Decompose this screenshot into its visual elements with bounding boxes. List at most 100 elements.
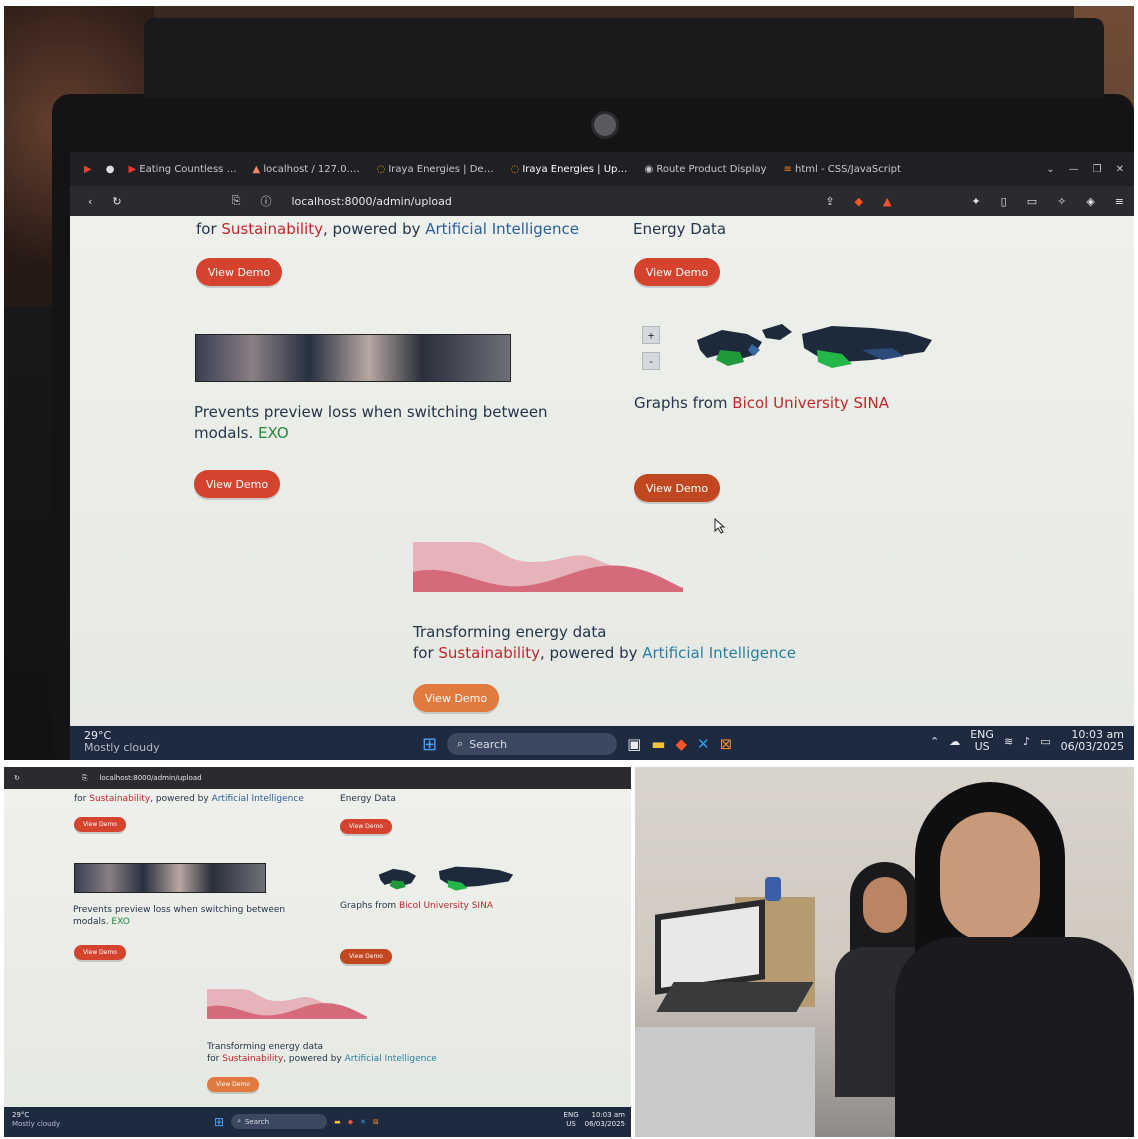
card1-text: for Sustainability, powered by Artificia… (196, 220, 579, 238)
preview-image (195, 334, 511, 382)
search-icon: ⌕ (457, 737, 464, 750)
map-zoom-out-button[interactable]: - (642, 352, 660, 370)
blue-object (765, 877, 781, 901)
card5-view-demo-button[interactable]: View Demo (413, 684, 499, 712)
world-map-small (378, 866, 514, 891)
card2-text: Energy Data (633, 220, 727, 238)
brave-rewards-icon[interactable]: ▲ (883, 195, 891, 208)
stackoverflow-icon: ≡ (783, 163, 795, 175)
file-explorer-icon[interactable]: ▬ (334, 1118, 341, 1126)
site-info-icon[interactable]: ⓘ (260, 193, 271, 209)
xampp-icon[interactable]: ⊠ (373, 1118, 379, 1126)
windows-start-icon[interactable]: ⊞ (214, 1115, 224, 1129)
bottom-right-photo (635, 767, 1134, 1137)
mouse-cursor-icon (714, 518, 726, 534)
vpn-icon[interactable]: ◈ (1086, 195, 1094, 208)
close-tab-icon[interactable]: ✕ (627, 164, 631, 175)
share-icon[interactable]: ⇪ (825, 195, 834, 208)
tab-stackoverflow[interactable]: ≡ html - CSS/JavaScript (783, 164, 908, 175)
brave-browser-icon[interactable]: ◆ (675, 735, 687, 753)
card1-view-demo-button-small[interactable]: View Demo (74, 817, 126, 832)
reload-icon[interactable]: ↻ (112, 195, 121, 208)
browser-tabbar: ▶ ● ▶ Eating Countless Con ▲ localhost /… (70, 152, 1134, 186)
top-photo: ▶ ● ▶ Eating Countless Con ▲ localhost /… (4, 6, 1134, 760)
card5-text-small: Transforming energy data for Sustainabil… (207, 1042, 437, 1064)
leo-icon[interactable]: ✧ (1057, 195, 1066, 208)
system-tray: ⌃ ☁ ENG US ≋ ♪ ▭ 10:03 am 06/03/2025 (930, 729, 1124, 753)
back-icon[interactable]: ‹ (88, 195, 92, 208)
url-field[interactable]: localhost:8000/admin/upload (291, 195, 451, 208)
vscode-icon[interactable]: ✕ (360, 1118, 366, 1126)
clock-small[interactable]: 10:03 am 06/03/2025 (585, 1111, 625, 1129)
card3-view-demo-button[interactable]: View Demo (194, 470, 280, 498)
photo-laptop-keyboard (656, 982, 814, 1012)
sidebar-icon[interactable]: ▯ (1001, 195, 1007, 208)
system-tray-small: ENG US 10:03 am 06/03/2025 (564, 1111, 625, 1129)
clock[interactable]: 10:03 am 06/03/2025 (1061, 729, 1124, 753)
reload-icon[interactable]: ↻ (14, 774, 20, 782)
menu-icon[interactable]: ≡ (1115, 195, 1124, 208)
cloud-icon[interactable]: ☁ (949, 735, 960, 748)
github-icon[interactable]: ● (106, 164, 115, 175)
file-explorer-icon[interactable]: ▬ (651, 735, 665, 753)
wave-chart-image (413, 542, 683, 592)
language-indicator-small[interactable]: ENG US (564, 1111, 579, 1129)
vscode-icon[interactable]: ✕ (697, 735, 710, 753)
task-view-icon[interactable]: ▣ (627, 735, 641, 753)
world-map (697, 324, 932, 368)
bottom-left-photo: ↻ ⎘ localhost:8000/admin/upload for Sust… (4, 767, 631, 1137)
restore-icon[interactable]: ❐ (1093, 164, 1102, 175)
taskbar-small: 29°C Mostly cloudy ⊞ ⌕ Search ▬ ◆ ✕ ⊠ EN… (4, 1107, 631, 1137)
taskbar-search[interactable]: ⌕ Search (447, 733, 618, 755)
tab-youtube[interactable]: ▶ Eating Countless Con (128, 164, 238, 175)
taskbar-center: ⊞ ⌕ Search ▣ ▬ ◆ ✕ ⊠ (422, 733, 732, 755)
tab-phpmyadmin[interactable]: ▲ localhost / 127.0.0.1 / (252, 164, 362, 175)
card4-text-small: Graphs from Bicol University SINA (340, 901, 493, 911)
weather-widget[interactable]: 29°C Mostly cloudy (84, 730, 160, 754)
chevron-up-icon[interactable]: ⌃ (930, 735, 939, 748)
card3-text: Prevents preview loss when switching bet… (194, 403, 548, 442)
web-page-small: for Sustainability, powered by Artificia… (4, 789, 631, 1107)
brave-shield-icon[interactable]: ◆ (854, 195, 862, 208)
card2-view-demo-button-small[interactable]: View Demo (340, 819, 392, 834)
taskbar-search-small[interactable]: ⌕ Search (231, 1114, 328, 1129)
tab-iraya-demo[interactable]: ◌ Iraya Energies | Demo (376, 164, 496, 175)
map-zoom-in-button[interactable]: + (642, 326, 660, 344)
wave-chart-image-small (207, 989, 367, 1019)
bookmark-icon[interactable]: ⎘ (82, 774, 88, 783)
web-page: for Sustainability, powered by Artificia… (70, 216, 1134, 726)
chevron-down-icon[interactable]: ⌄ (1046, 164, 1054, 175)
photo-laptop (655, 899, 765, 995)
person-back-face (863, 877, 907, 933)
tab-iraya-upload[interactable]: ◌ Iraya Energies | Up ✕ (510, 164, 630, 175)
card4-view-demo-button[interactable]: View Demo (634, 474, 720, 502)
windows-start-icon[interactable]: ⊞ (422, 734, 437, 755)
language-indicator[interactable]: ENG US (970, 729, 994, 753)
wallet-icon[interactable]: ▭ (1027, 195, 1037, 208)
xampp-icon[interactable]: ⊠ (720, 735, 733, 753)
volume-icon[interactable]: ♪ (1023, 735, 1030, 748)
brave-browser-icon[interactable]: ◆ (348, 1118, 353, 1126)
search-icon: ⌕ (237, 1117, 241, 1125)
weather-widget-small[interactable]: 29°C Mostly cloudy (12, 1111, 60, 1129)
card4-view-demo-button-small[interactable]: View Demo (340, 949, 392, 964)
card5-text: Transforming energy data for Sustainabil… (413, 623, 796, 662)
card1-view-demo-button[interactable]: View Demo (196, 258, 282, 286)
card1-text-small: for Sustainability, powered by Artificia… (74, 794, 304, 804)
figma-icon[interactable]: ▶ (84, 164, 92, 175)
card2-view-demo-button[interactable]: View Demo (634, 258, 720, 286)
close-window-icon[interactable]: ✕ (1116, 164, 1124, 175)
bookmark-icon[interactable]: ⎘ (232, 194, 241, 208)
wifi-icon[interactable]: ≋ (1004, 735, 1013, 748)
tab-route-product[interactable]: ◉ Route Product Display (644, 164, 769, 175)
minimize-icon[interactable]: — (1069, 164, 1079, 175)
webcam-icon (591, 111, 619, 139)
url-field-small[interactable]: localhost:8000/admin/upload (99, 774, 201, 782)
extensions-icon[interactable]: ✦ (971, 195, 980, 208)
card3-view-demo-button-small[interactable]: View Demo (74, 945, 126, 960)
taskbar-center-small: ⊞ ⌕ Search ▬ ◆ ✕ ⊠ (214, 1114, 379, 1129)
battery-icon[interactable]: ▭ (1040, 735, 1050, 748)
loading-icon: ◌ (376, 163, 389, 175)
phpmyadmin-icon: ▲ (252, 163, 264, 175)
card5-view-demo-button-small[interactable]: View Demo (207, 1077, 259, 1092)
